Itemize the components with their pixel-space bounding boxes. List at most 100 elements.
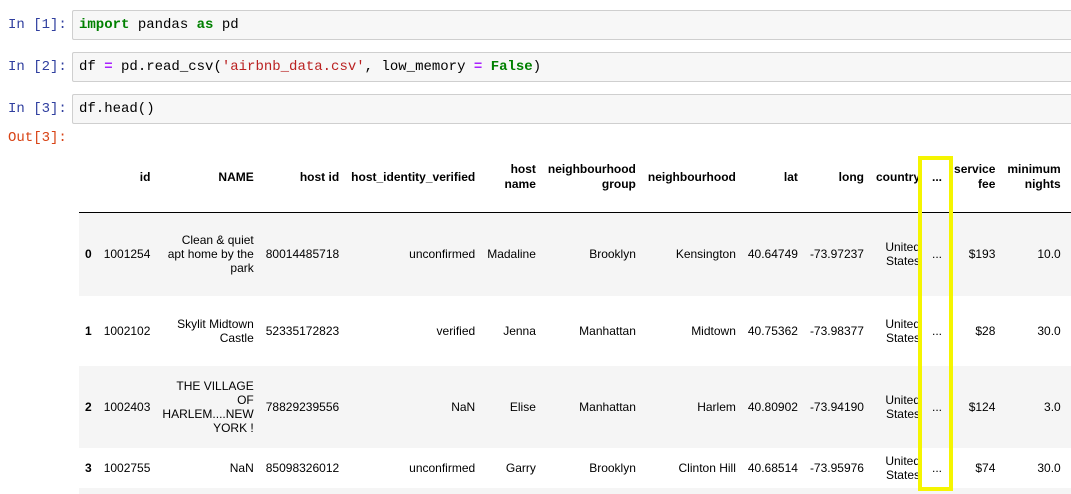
input-prompt: In [2]: (8, 59, 67, 75)
code-editor[interactable]: df.head() (72, 94, 1071, 124)
cell-ellipsis: ... (932, 247, 943, 262)
header-ellipsis: ... (926, 142, 949, 213)
dataframe-table: id NAME host id host_identity_verified h… (79, 142, 1071, 494)
cell-ellipsis: ... (932, 460, 943, 475)
cell-neighbourhood-group: Manhattan (579, 399, 636, 414)
code-text: pd.read_csv( (112, 59, 222, 75)
cell-lat: 40.68514 (747, 460, 798, 475)
cell-host-name: Madaline (487, 247, 536, 262)
cell-neighbourhood: Kensington (675, 247, 736, 262)
cell-service-fee: $28 (975, 323, 996, 338)
cell-ellipsis: ... (932, 323, 943, 338)
code-text: ) (532, 59, 542, 75)
cell-neighbourhood: Harlem (697, 399, 736, 414)
cell-minimum-nights: 30.0 (1037, 460, 1061, 475)
code-text: df.head() (79, 101, 155, 117)
cell-id: 1002755 (103, 460, 151, 475)
cell-host-identity-verified: NaN (451, 399, 476, 414)
table-row: 1 1002102 Skylit Midtown Castle 523351728… (79, 295, 1071, 366)
header-long: long (803, 142, 870, 213)
table-row: 2 1002403 THE VILLAGE OF HARLEM....NEW YORK… (79, 365, 1071, 448)
header-next-column: nn (1066, 142, 1071, 213)
header-host-name: host name (481, 142, 542, 213)
row-index: 0 (85, 247, 92, 262)
table-row-partial (79, 487, 1071, 494)
cell-ellipsis: ... (932, 399, 943, 414)
cell-id: 1001254 (103, 247, 151, 262)
cell-host-id: 80014485718 (265, 247, 340, 262)
cell-neighbourhood: Midtown (691, 323, 736, 338)
cell-service-fee: $124 (968, 399, 996, 414)
table-header-row: id NAME host id host_identity_verified h… (79, 142, 1071, 213)
header-service-fee: service fee (948, 142, 1002, 213)
keyword-import: import (79, 17, 130, 33)
cell-minimum-nights: 3.0 (1044, 399, 1061, 414)
cell-id: 1002102 (103, 323, 151, 338)
header-id: id (97, 142, 157, 213)
cell-service-fee: $193 (968, 247, 996, 262)
cell-host-id: 85098326012 (265, 460, 340, 475)
cell-host-name: Garry (505, 460, 536, 475)
cell-neighbourhood: Clinton Hill (678, 460, 736, 475)
header-index (79, 142, 98, 213)
cell-host-name: Jenna (503, 323, 536, 338)
cell-service-fee: $74 (975, 460, 996, 475)
cell-country: United States (885, 316, 920, 345)
code-text: pd (213, 17, 239, 33)
header-name: NAME (156, 142, 260, 213)
cell-country: United States (885, 392, 920, 421)
cell-neighbourhood-group: Brooklyn (589, 460, 636, 475)
dataframe-output: id NAME host id host_identity_verified h… (79, 142, 1071, 494)
cell-host-identity-verified: unconfirmed (409, 460, 476, 475)
keyword-as: as (196, 17, 214, 33)
cell-name: Skylit Midtown Castle (177, 316, 254, 345)
row-index: 1 (85, 323, 92, 338)
cell-neighbourhood-group: Manhattan (579, 323, 636, 338)
cell-long: -73.94190 (809, 399, 864, 414)
cell-name: NaN (229, 460, 254, 475)
cell-host-identity-verified: unconfirmed (409, 247, 476, 262)
cell-minimum-nights: 10.0 (1037, 247, 1061, 262)
cell-next (1067, 366, 1071, 448)
header-neighbourhood: neighbourhood (641, 142, 742, 213)
cell-cut-off (79, 488, 1071, 494)
header-host-identity-verified: host_identity_verified (345, 142, 482, 213)
cell-lat: 40.75362 (747, 323, 798, 338)
cell-host-identity-verified: verified (436, 323, 476, 338)
code-editor[interactable]: import pandas as pd (72, 10, 1071, 40)
code-text: pandas (129, 17, 197, 33)
cell-host-id: 52335172823 (265, 323, 340, 338)
header-host-id: host id (259, 142, 346, 213)
header-country: country (869, 142, 926, 213)
input-prompt: In [3]: (8, 101, 67, 117)
cell-host-name: Elise (509, 399, 536, 414)
cell-long: -73.95976 (809, 460, 864, 475)
code-editor[interactable]: df = pd.read_csv('airbnb_data.csv', low_… (72, 52, 1071, 82)
cell-neighbourhood-group: Brooklyn (589, 247, 636, 262)
cell-minimum-nights: 30.0 (1037, 323, 1061, 338)
code-text: , low_memory (364, 59, 474, 75)
table-row: 3 1002755 NaN 85098326012 unconfirmed Ga… (79, 447, 1071, 488)
cell-host-id: 78829239556 (265, 399, 340, 414)
cell-long: -73.98377 (809, 323, 864, 338)
string-literal: 'airbnb_data.csv' (221, 59, 365, 75)
cell-country: United States (885, 240, 920, 269)
cell-name: THE VILLAGE OF HARLEM....NEW YORK ! (162, 378, 254, 435)
table-row: 0 1001254 Clean & quiet apt home by the pa… (79, 212, 1071, 296)
row-index: 3 (85, 460, 92, 475)
cell-lat: 40.64749 (747, 247, 798, 262)
cell-long: -73.97237 (809, 247, 864, 262)
cell-next (1067, 448, 1071, 488)
cell-next (1067, 296, 1071, 366)
cell-name: Clean & quiet apt home by the park (167, 233, 254, 276)
cell-country: United States (885, 453, 920, 482)
operator: = (104, 59, 113, 75)
output-prompt: Out[3]: (8, 130, 67, 146)
header-minimum-nights: minimum nights (1001, 142, 1067, 213)
code-text: df (79, 59, 105, 75)
cell-id: 1002403 (103, 399, 151, 414)
cell-next (1067, 213, 1071, 296)
input-prompt: In [1]: (8, 17, 67, 33)
keyword-false: False (490, 59, 533, 75)
